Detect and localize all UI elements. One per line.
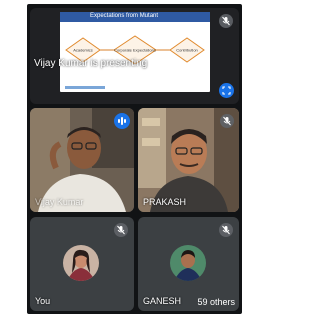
participant-name: You — [35, 296, 51, 306]
participant-tile-vijay[interactable]: Vijay Kumar — [30, 108, 134, 212]
participant-name: PRAKASH — [143, 197, 187, 207]
mic-off-icon — [114, 223, 128, 237]
slide-node-label-1: Academics — [73, 48, 93, 53]
presentation-tile[interactable]: Expectations from Mutant Academics Corpo… — [30, 8, 239, 104]
mic-off-icon — [219, 223, 233, 237]
slide-footer-link — [65, 86, 105, 89]
slide-node-label-3: Contribution — [176, 48, 198, 53]
participant-tile-prakash[interactable]: PRAKASH — [138, 108, 239, 212]
avatar — [170, 245, 206, 281]
participant-name: GANESH — [143, 296, 182, 306]
participant-tile-ganesh[interactable]: GANESH 59 others — [138, 217, 239, 311]
avatar — [63, 245, 99, 281]
mic-off-icon — [220, 114, 234, 128]
slide-node-label-2: Corporate Expectations — [114, 48, 156, 53]
participant-tile-you[interactable]: You — [30, 217, 134, 311]
slide-title: Expectations from Mutant — [90, 13, 159, 19]
participant-name: Vijay Kumar — [35, 197, 84, 207]
meeting-window: Expectations from Mutant Academics Corpo… — [27, 4, 242, 314]
speaking-indicator-icon — [114, 113, 130, 129]
fullscreen-icon[interactable] — [219, 83, 234, 98]
shared-slide: Expectations from Mutant Academics Corpo… — [60, 12, 210, 92]
mic-off-icon — [219, 14, 233, 28]
others-count[interactable]: 59 others — [197, 297, 235, 307]
presenter-label: Vijay Kumar is presenting — [34, 58, 148, 69]
